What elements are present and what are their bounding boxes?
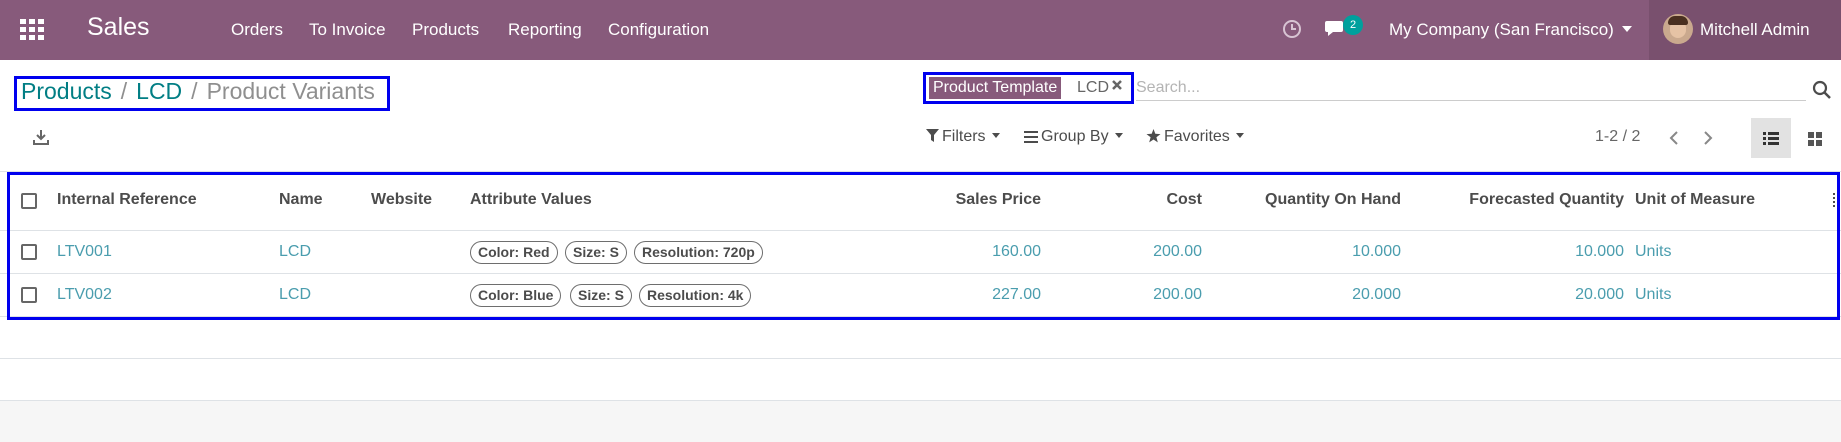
list-footer-area [0,400,1841,442]
breadcrumb-products[interactable]: Products [21,78,112,104]
user-menu[interactable]: Mitchell Admin [1649,0,1841,60]
star-icon [1146,129,1161,148]
search-input[interactable] [1136,75,1806,101]
avatar [1663,14,1693,44]
breadcrumb-lcd[interactable]: LCD [136,78,182,104]
user-name: Mitchell Admin [1700,20,1810,39]
menu-to-invoice[interactable]: To Invoice [309,20,386,40]
kanban-view-button[interactable] [1795,118,1835,158]
search-facet-label: Product Template [929,77,1062,99]
table-highlight [7,172,1840,320]
clock-icon[interactable] [1282,19,1302,44]
menu-orders[interactable]: Orders [231,20,283,40]
page-title: Product Variants [206,78,375,104]
empty-row [0,358,1841,400]
chevron-left-icon[interactable] [1664,128,1684,148]
list-lines-icon [1024,130,1038,148]
search-facet-value: LCD [1077,79,1110,96]
pager-value[interactable]: 1-2 / 2 [1595,128,1640,146]
app-name[interactable]: Sales [87,13,150,42]
filters-dropdown[interactable]: Filters [926,128,1000,148]
filter-icon [926,129,939,148]
chat-count-badge: 2 [1343,15,1363,35]
top-navbar: Sales Orders To Invoice Products Reporti… [0,0,1841,60]
list-view-button[interactable] [1751,118,1791,158]
chevron-down-icon [1621,26,1632,32]
group-by-dropdown[interactable]: Group By [1024,128,1123,148]
company-switcher[interactable]: My Company (San Francisco) [1389,20,1632,40]
remove-facet-icon[interactable] [1111,78,1123,96]
chevron-right-icon[interactable] [1698,128,1718,148]
company-name: My Company (San Francisco) [1389,20,1614,39]
apps-grid-icon[interactable] [20,19,44,41]
menu-reporting[interactable]: Reporting [508,20,582,40]
breadcrumb: Products / LCD / Product Variants [21,78,375,104]
control-panel: Products / LCD / Product Variants Product Te… [0,60,1841,172]
empty-row [0,316,1841,358]
menu-configuration[interactable]: Configuration [608,20,709,40]
menu-products[interactable]: Products [412,20,479,40]
search-icon[interactable] [1812,80,1832,105]
download-icon[interactable] [33,129,49,150]
favorites-dropdown[interactable]: Favorites [1146,128,1244,148]
